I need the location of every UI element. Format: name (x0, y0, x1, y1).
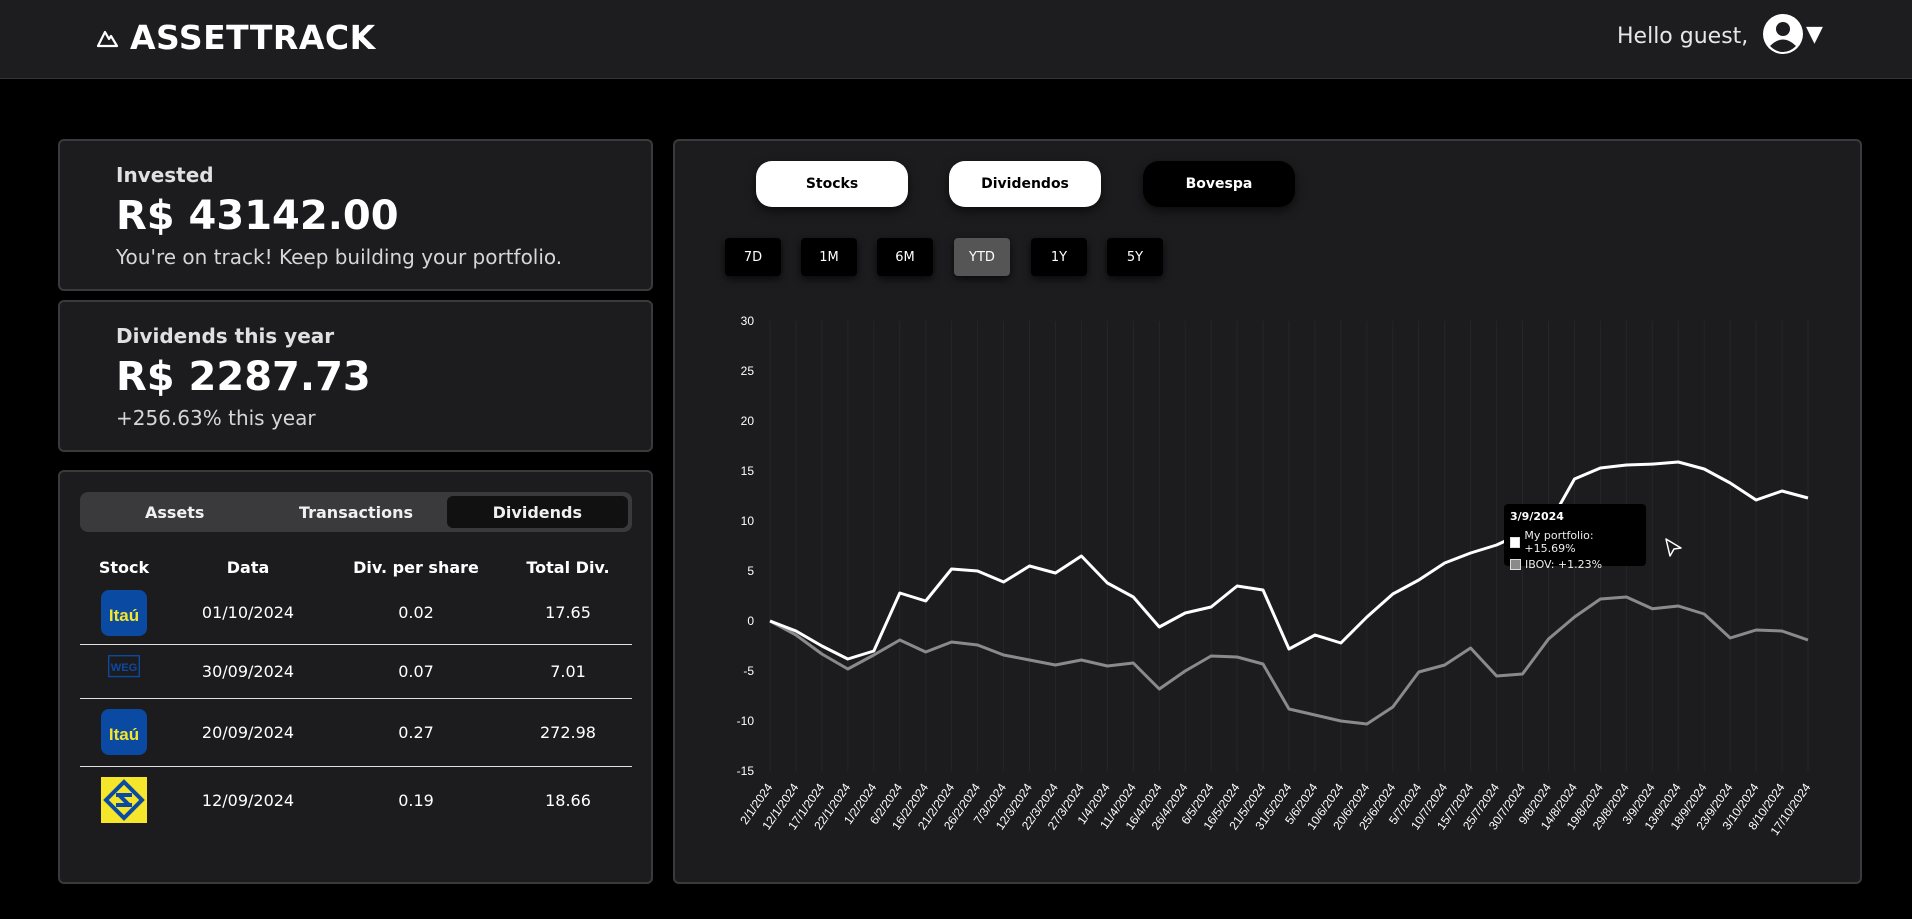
tooltip-portfolio: My portfolio: +15.69% (1524, 529, 1594, 555)
column-header: Stock (98, 557, 150, 577)
chart-tooltip: 3/9/2024 My portfolio: +15.69% IBOV: +1.… (1504, 504, 1646, 571)
invested-label: Invested (116, 163, 214, 187)
y-tick-label: 5 (747, 564, 754, 578)
dividends-table: Stock Data Div. per share Total Div. Ita… (80, 552, 632, 834)
date-cell: 30/09/2024 (168, 644, 328, 699)
chart-card: Stocks Dividendos Bovespa 7D 1M 6M YTD 1… (673, 139, 1862, 884)
y-tick-label: 25 (741, 364, 755, 378)
portfolio-swatch (1510, 536, 1521, 548)
column-header: Data (226, 557, 270, 577)
tooltip-ibov-row: IBOV: +1.23% (1510, 558, 1640, 571)
dividends-table-card: Assets Transactions Dividends Stock Data… (58, 470, 653, 884)
tooltip-ibov: IBOV: +1.23% (1525, 558, 1603, 571)
performance-chart[interactable]: 302520151050-5-10-152/1/202412/1/202417/… (675, 141, 1860, 882)
app-name: ASSETTRACK (130, 18, 376, 57)
total-cell: 18.66 (545, 790, 591, 810)
greeting-text: Hello guest, (1617, 24, 1749, 49)
tab-assets[interactable]: Assets (84, 496, 265, 528)
table-row[interactable]: Itaú 01/10/2024 0.02 17.65 (80, 582, 632, 645)
chevron-down-icon: ▼ (1806, 21, 1823, 47)
y-tick-label: 20 (741, 414, 755, 428)
itau-logo-text: Itaú (109, 725, 139, 744)
y-tick-label: 0 (747, 614, 754, 628)
date-cell: 20/09/2024 (168, 698, 328, 767)
tab-transactions[interactable]: Transactions (265, 496, 446, 528)
per-share-cell: 0.07 (328, 644, 504, 699)
tab-dividends[interactable]: Dividends (446, 496, 628, 528)
dividends-label: Dividends this year (116, 324, 335, 348)
banco-do-brasil-logo (101, 777, 147, 824)
tooltip-date: 3/9/2024 (1510, 510, 1564, 523)
user-menu[interactable]: ▼ (1762, 13, 1823, 55)
y-tick-label: -5 (743, 664, 754, 678)
y-tick-label: 30 (741, 314, 755, 328)
y-tick-label: -15 (737, 764, 755, 778)
table-row[interactable]: 12/09/2024 0.19 18.66 (80, 766, 632, 834)
itau-logo: Itaú (101, 709, 147, 755)
table-row[interactable]: WEG 30/09/2024 0.07 7.01 (80, 644, 632, 699)
stock-cell: Itaú (80, 698, 168, 767)
total-cell: 7.01 (504, 644, 632, 699)
ibov-swatch (1510, 559, 1521, 570)
stock-cell: Itaú (80, 582, 168, 645)
weg-logo: WEG (108, 655, 140, 678)
per-share-cell: 0.27 (328, 698, 504, 767)
date-cell: 01/10/2024 (168, 582, 328, 645)
invested-card: Invested R$ 43142.00 You're on track! Ke… (58, 139, 653, 291)
y-tick-label: 10 (741, 514, 755, 528)
dividends-value: R$ 2287.73 (116, 354, 371, 400)
total-cell: 272.98 (504, 698, 632, 767)
column-header: Total Div. (526, 557, 610, 577)
y-tick-label: 15 (741, 464, 755, 478)
invested-note: You're on track! Keep building your port… (116, 245, 563, 269)
date-cell: 12/09/2024 (201, 790, 295, 810)
per-share-cell: 0.19 (398, 790, 434, 810)
column-header: Div. per share (353, 557, 479, 577)
tooltip-portfolio-row: My portfolio: +15.69% (1510, 529, 1640, 555)
cursor-icon (1665, 538, 1682, 557)
y-tick-label: -10 (737, 714, 755, 728)
total-cell: 17.65 (504, 582, 632, 645)
stock-cell: WEG (80, 644, 168, 699)
itau-logo: Itaú (101, 589, 147, 636)
top-bar: ASSETTRACK Hello guest, ▼ (0, 0, 1912, 79)
weg-logo-text: WEG (111, 662, 138, 674)
dividends-card: Dividends this year R$ 2287.73 +256.63% … (58, 300, 653, 452)
user-avatar-icon (1763, 14, 1803, 54)
stock-cell (80, 766, 168, 834)
panel-tabs: Assets Transactions Dividends (80, 492, 632, 532)
brand[interactable]: ASSETTRACK (96, 18, 376, 57)
mountain-logo-icon (96, 30, 119, 47)
dividends-note: +256.63% this year (116, 406, 316, 430)
itau-logo-text: Itaú (109, 606, 139, 625)
table-row[interactable]: Itaú 20/09/2024 0.27 272.98 (80, 698, 632, 767)
invested-value: R$ 43142.00 (116, 193, 399, 239)
per-share-cell: 0.02 (328, 582, 504, 645)
